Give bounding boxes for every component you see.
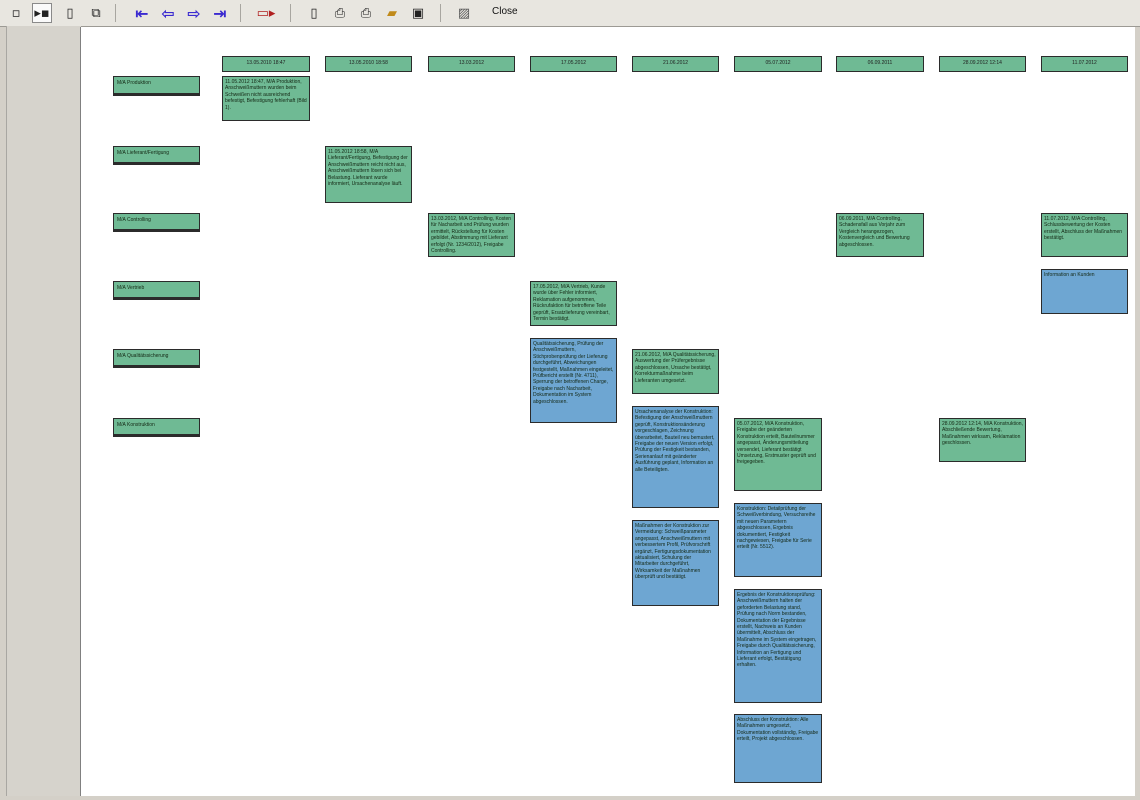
page-gutter xyxy=(6,26,81,796)
event-card[interactable]: Information an Kunden xyxy=(1041,269,1128,314)
column-header: 13.05.2010 18:47 xyxy=(222,56,310,72)
print-icon[interactable]: ⎙ xyxy=(356,3,376,23)
column-header: 06.09.2011 xyxy=(836,56,924,72)
column-header: 05.07.2012 xyxy=(734,56,822,72)
page-fit-icon[interactable]: ▸▪ xyxy=(32,3,52,23)
event-card[interactable]: 11.05.2012 18:47, M/A Produktion, Anschw… xyxy=(222,76,310,121)
event-card[interactable]: 11.07.2012, M/A Controlling, Schlussbewe… xyxy=(1041,213,1128,257)
column-header: 13.03.2012 xyxy=(428,56,515,72)
event-card[interactable]: Ergebnis der Konstruktionsprüfung: Ansch… xyxy=(734,589,822,703)
row-label: M/A Qualitätssicherung xyxy=(113,349,200,366)
page-width-icon[interactable]: ▯ xyxy=(60,3,80,23)
event-card[interactable]: 11.05.2012 18:58, M/A Lieferant/Fertigun… xyxy=(325,146,412,203)
toolbar: ▫ ▸▪ ▯ ⧉ ⇤ ⇦ ⇨ ⇥ ▭▸ ▯ ⎙ ⎙ ▰ ▣ ▨ Close xyxy=(0,0,1140,27)
event-card[interactable]: 21.06.2012, M/A Qualitätssicherung, Ausw… xyxy=(632,349,719,394)
last-page-icon[interactable]: ⇥ xyxy=(210,3,230,23)
event-card[interactable]: 05.07.2012, M/A Konstruktion, Freigabe d… xyxy=(734,418,822,491)
event-card[interactable]: Abschluss der Konstruktion: Alle Maßnahm… xyxy=(734,714,822,783)
event-card[interactable]: 28.09.2012 12:14, M/A Konstruktion, Absc… xyxy=(939,418,1026,462)
save-icon[interactable]: ▣ xyxy=(408,3,428,23)
print-preview-icon[interactable]: ⎙ xyxy=(330,3,350,23)
event-card[interactable]: Qualitätssicherung, Prüfung der Anschwei… xyxy=(530,338,617,423)
column-header: 11.07.2012 xyxy=(1041,56,1128,72)
new-page-icon[interactable]: ▯ xyxy=(304,3,324,23)
first-page-icon[interactable]: ⇤ xyxy=(132,3,152,23)
column-header: 21.06.2012 xyxy=(632,56,719,72)
open-folder-icon[interactable]: ▰ xyxy=(382,3,402,23)
event-card[interactable]: Maßnahmen der Konstruktion zur Vermeidun… xyxy=(632,520,719,606)
export-icon[interactable]: ▨ xyxy=(454,3,474,23)
next-page-icon[interactable]: ⇨ xyxy=(184,3,204,23)
goto-page-icon[interactable]: ▭▸ xyxy=(256,3,276,23)
column-header: 28.09.2012 12:14 xyxy=(939,56,1026,72)
toolbar-separator xyxy=(290,4,291,22)
page-single-icon[interactable]: ▫ xyxy=(6,3,26,23)
row-label: M/A Konstruktion xyxy=(113,418,200,435)
toolbar-separator xyxy=(240,4,241,22)
column-header: 13.05.2010 18:58 xyxy=(325,56,412,72)
row-label: M/A Controlling xyxy=(113,213,200,230)
event-card[interactable]: 06.09.2011, M/A Controlling, Schadensfal… xyxy=(836,213,924,257)
event-card[interactable]: Konstruktion: Detailprüfung der Schweißv… xyxy=(734,503,822,577)
row-label: M/A Lieferant/Fertigung xyxy=(113,146,200,163)
zoom-icon[interactable]: ⧉ xyxy=(86,3,106,23)
row-label: M/A Vertrieb xyxy=(113,281,200,298)
toolbar-separator xyxy=(440,4,441,22)
row-label: M/A Produktion xyxy=(113,76,200,94)
column-header: 17.05.2012 xyxy=(530,56,617,72)
close-button[interactable]: Close xyxy=(492,6,518,17)
previous-page-icon[interactable]: ⇦ xyxy=(158,3,178,23)
event-card[interactable]: 17.05.2012, M/A Vertrieb, Kunde wurde üb… xyxy=(530,281,617,326)
toolbar-separator xyxy=(115,4,116,22)
event-card[interactable]: 13.03.2012, M/A Controlling, Kosten für … xyxy=(428,213,515,257)
event-card[interactable]: Ursachenanalyse der Konstruktion: Befest… xyxy=(632,406,719,508)
